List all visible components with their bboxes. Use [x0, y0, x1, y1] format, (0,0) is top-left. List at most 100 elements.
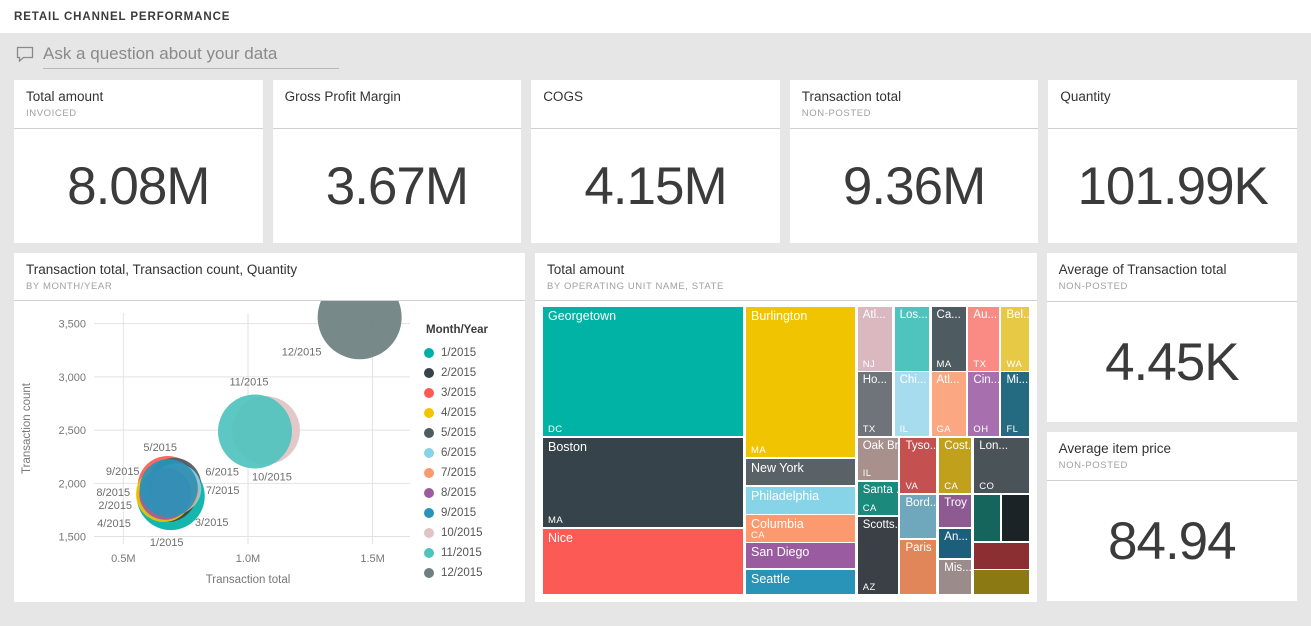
treemap-tile-cell[interactable]: Ca... MA — [931, 306, 966, 371]
scatter-subtitle: BY MONTH/YEAR — [26, 280, 113, 292]
svg-text:1.5M: 1.5M — [360, 553, 384, 565]
treemap-cell-state: NJ — [862, 358, 876, 370]
treemap-tile-cell[interactable]: Burlington MA — [746, 306, 855, 458]
treemap-tile-cell[interactable]: Los... — [894, 306, 929, 371]
treemap-tile-cell[interactable]: Lon... CO — [974, 437, 1029, 494]
kpi-card-gross-profit-margin[interactable]: Gross Profit Margin 3.67M — [272, 80, 522, 243]
treemap-tile-cell[interactable]: Georgetown DC — [543, 306, 744, 437]
legend-color-swatch — [424, 467, 434, 478]
treemap-tile-cell[interactable]: An... — [939, 528, 972, 559]
legend-label: 3/2015 — [441, 386, 477, 399]
svg-text:5/2015: 5/2015 — [143, 442, 177, 454]
kpi-card-quantity[interactable]: Quantity 101.99K — [1048, 80, 1297, 243]
treemap-cell-state: TX — [862, 424, 876, 436]
legend-item[interactable]: 7/2015 — [424, 463, 525, 483]
legend-item[interactable]: 11/2015 — [424, 543, 525, 563]
treemap-cell-state: IL — [899, 424, 909, 436]
legend-label: 6/2015 — [441, 446, 477, 459]
treemap-cell-state: CA — [751, 529, 765, 541]
treemap-tile-cell[interactable]: New York — [746, 459, 855, 486]
scatter-plot-area[interactable]: 1,500 2,000 2,500 3,000 3,500 0.5M 1.0M 1.5M 12/… — [14, 300, 418, 602]
treemap-tile-cell[interactable]: Atl... NJ — [857, 306, 892, 371]
kpi-header: COGS — [531, 80, 780, 129]
legend-item[interactable]: 2/2015 — [424, 363, 525, 383]
treemap-tile-cell[interactable]: Mis... — [939, 560, 972, 594]
treemap-cell-state: CA — [862, 503, 877, 515]
treemap-tile-cell[interactable]: Santa ... CA — [857, 482, 898, 516]
svg-text:4/2015: 4/2015 — [97, 518, 131, 530]
kpi-card-average-item-price[interactable]: Average item price NON-POSTED 84.94 — [1046, 432, 1297, 601]
treemap-tile-cell[interactable]: Seattle — [746, 569, 855, 594]
treemap-tile-cell[interactable]: Scotts... AZ — [857, 517, 898, 594]
kpi-title: COGS — [543, 89, 583, 104]
legend-item[interactable]: 8/2015 — [424, 483, 525, 503]
treemap-cell-state: OH — [973, 424, 989, 436]
treemap-tile-cell[interactable]: Bel... WA — [1001, 306, 1029, 371]
treemap-cell-label: Bel... — [1006, 308, 1028, 321]
treemap-tile-cell[interactable]: Paris — [900, 540, 937, 594]
right-column: Average of Transaction total NON-POSTED … — [1046, 253, 1297, 602]
treemap-tile-cell[interactable]: Philadelphia — [746, 487, 855, 514]
treemap-cell-state: CA — [944, 481, 959, 493]
treemap-cell-label: An... — [944, 530, 968, 543]
treemap-tile-cell[interactable]: Au... TX — [968, 306, 999, 371]
svg-text:3,000: 3,000 — [58, 372, 86, 384]
treemap-tile-cell[interactable]: Boston MA — [543, 437, 744, 527]
treemap-tile-cell[interactable]: Chi... IL — [894, 372, 929, 437]
treemap-tile-cell[interactable]: Troy — [939, 495, 972, 527]
treemap-tile[interactable]: Total amount BY OPERATING UNIT NAME, STA… — [535, 253, 1037, 602]
kpi-card-cogs[interactable]: COGS 4.15M — [531, 80, 780, 243]
treemap-tile-cell[interactable]: Bord... — [900, 495, 937, 539]
treemap-cell-state: AZ — [862, 581, 876, 593]
treemap-tile-cell[interactable]: Mi... FL — [1001, 372, 1029, 437]
legend-item[interactable]: 12/2015 — [424, 563, 525, 583]
kpi-card-average-transaction-total[interactable]: Average of Transaction total NON-POSTED … — [1046, 253, 1297, 422]
treemap-tile-cell[interactable] — [974, 495, 1000, 542]
kpi-body: 9.36M — [790, 129, 1039, 243]
treemap-tile-cell[interactable]: Atl... GA — [931, 372, 966, 437]
qna-search-group[interactable] — [16, 44, 339, 69]
treemap-cell-state: CO — [979, 481, 995, 493]
treemap-cell-state: TX — [973, 358, 987, 370]
kpi-card-total-amount[interactable]: Total amount INVOICED 8.08M — [14, 80, 263, 243]
treemap-cell-label: Boston — [548, 439, 587, 454]
legend-item[interactable]: 1/2015 — [424, 343, 525, 363]
legend-item[interactable]: 3/2015 — [424, 383, 525, 403]
legend-item[interactable]: 10/2015 — [424, 523, 525, 543]
treemap-cell-label: Seattle — [751, 571, 790, 586]
treemap-tile-cell[interactable]: San Diego — [746, 543, 855, 569]
kpi-subtitle: NON-POSTED — [801, 107, 872, 119]
scatter-chart-tile[interactable]: Transaction total, Transaction count, Qu… — [14, 253, 525, 602]
treemap-cell-label: Burlington — [751, 308, 808, 323]
legend-item[interactable]: 9/2015 — [424, 503, 525, 523]
report-header: Retail Channel Performance — [0, 0, 1311, 33]
treemap-cell-label: Scotts... — [862, 519, 898, 532]
treemap-tile-cell[interactable]: Ho... TX — [857, 372, 892, 437]
treemap-tile-cell[interactable]: Columbia CA — [746, 515, 855, 542]
legend-color-swatch — [424, 447, 434, 458]
kpi-card-transaction-total[interactable]: Transaction total NON-POSTED 9.36M — [789, 80, 1039, 243]
treemap-tile-cell[interactable]: Tyso... VA — [900, 437, 937, 494]
treemap-tile-cell[interactable]: Nice — [543, 528, 744, 594]
treemap-tile-cell[interactable]: Oak Br... IL — [857, 437, 898, 481]
treemap-cell-state: MA — [548, 514, 564, 526]
svg-text:2,500: 2,500 — [58, 425, 86, 437]
treemap-tile-cell[interactable] — [974, 570, 1029, 594]
kpi-body: 84.94 — [1047, 481, 1297, 601]
svg-text:1.0M: 1.0M — [236, 553, 260, 565]
legend-item[interactable]: 5/2015 — [424, 423, 525, 443]
treemap-tile-cell[interactable] — [974, 542, 1029, 570]
treemap-cell-state: WA — [1006, 358, 1023, 370]
treemap-cell-label: Los... — [899, 308, 928, 321]
kpi-header: Total amount INVOICED — [14, 80, 263, 129]
treemap-cell-label: Cin... — [973, 374, 999, 387]
kpi-subtitle: INVOICED — [26, 107, 77, 119]
legend-item[interactable]: 4/2015 — [424, 403, 525, 423]
qna-input[interactable] — [43, 44, 339, 69]
legend-item[interactable]: 6/2015 — [424, 443, 525, 463]
treemap-tile-cell[interactable] — [1002, 495, 1029, 542]
legend-color-swatch — [424, 507, 434, 518]
treemap-tile-cell[interactable]: Cin... OH — [968, 372, 999, 437]
treemap-header: Total amount BY OPERATING UNIT NAME, STA… — [535, 253, 1037, 301]
treemap-tile-cell[interactable]: Cost... CA — [939, 437, 972, 494]
